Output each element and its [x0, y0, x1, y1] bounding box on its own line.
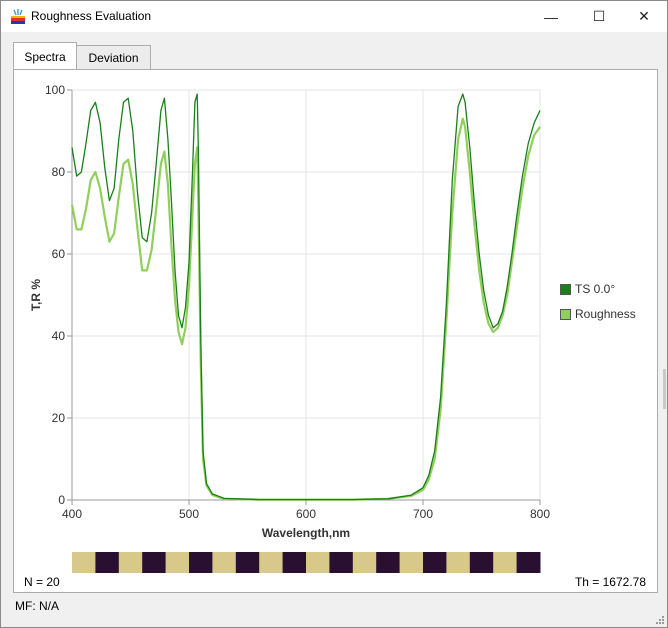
layer-6 — [189, 552, 213, 573]
legend-swatch-ts — [560, 284, 571, 295]
layer-4 — [142, 552, 167, 573]
app-logo-icon — [11, 9, 25, 24]
layer-13 — [352, 552, 377, 573]
tab-deviation[interactable]: Deviation — [76, 45, 151, 70]
layer-18 — [469, 552, 494, 573]
y-tick-label-80: 80 — [52, 165, 66, 179]
layer-16 — [423, 552, 447, 573]
legend-label-ts: TS 0.0° — [575, 282, 616, 296]
x-tick-label-400: 400 — [62, 507, 82, 521]
layer-1 — [72, 552, 96, 573]
legend-swatch-roughness — [560, 309, 571, 320]
x-axis-label: Wavelength,nm — [262, 526, 350, 540]
y-axis-label: T,R % — [29, 279, 43, 311]
layer-11 — [306, 552, 330, 573]
window-title: Roughness Evaluation — [31, 9, 152, 23]
minimize-button[interactable]: — — [528, 1, 574, 32]
total-thickness-label: Th = 1672.78 — [574, 575, 646, 589]
layer-5 — [165, 552, 190, 573]
layer-12 — [329, 552, 354, 573]
layer-19 — [493, 552, 518, 573]
resize-grip-icon[interactable] — [654, 614, 664, 624]
y-tick-label-0: 0 — [58, 493, 65, 507]
x-tick-label-700: 700 — [413, 507, 433, 521]
layer-count-label: N = 20 — [24, 575, 60, 589]
y-tick-label-20: 20 — [52, 411, 66, 425]
layer-2 — [95, 552, 120, 573]
status-bar: MF: N/A — [1, 595, 667, 627]
y-tick-label-60: 60 — [52, 247, 66, 261]
tab-spectra[interactable]: Spectra — [13, 42, 77, 69]
layer-17 — [446, 552, 471, 573]
title-bar: Roughness Evaluation — ☐ ✕ — [1, 1, 667, 32]
spectra-panel: 400 500 600 700 800 0 20 40 60 80 100 Wavelength,nm… — [13, 69, 658, 593]
layer-10 — [282, 552, 307, 573]
maximize-button[interactable]: ☐ — [576, 1, 622, 32]
layer-3 — [118, 552, 143, 573]
close-button[interactable]: ✕ — [621, 1, 667, 32]
spectra-chart: 400 500 600 700 800 0 20 40 60 80 100 Wavelength,nm… — [29, 83, 550, 573]
y-tick-label-40: 40 — [52, 329, 66, 343]
layer-15 — [399, 552, 424, 573]
x-tick-label-500: 500 — [179, 507, 199, 521]
x-tick-label-800: 800 — [530, 507, 550, 521]
roughness-evaluation-window: Roughness Evaluation — ☐ ✕ Spectra Devia… — [0, 0, 668, 628]
layer-20 — [516, 552, 541, 573]
layer-7 — [212, 552, 237, 573]
y-tick-label-100: 100 — [45, 83, 65, 97]
scrollbar-thumb[interactable] — [663, 369, 666, 409]
layer-8 — [235, 552, 260, 573]
layer-14 — [376, 552, 401, 573]
x-tick-label-600: 600 — [296, 507, 316, 521]
layer-9 — [259, 552, 284, 573]
legend-label-roughness: Roughness — [575, 307, 636, 321]
merit-function-label: MF: N/A — [15, 599, 59, 613]
